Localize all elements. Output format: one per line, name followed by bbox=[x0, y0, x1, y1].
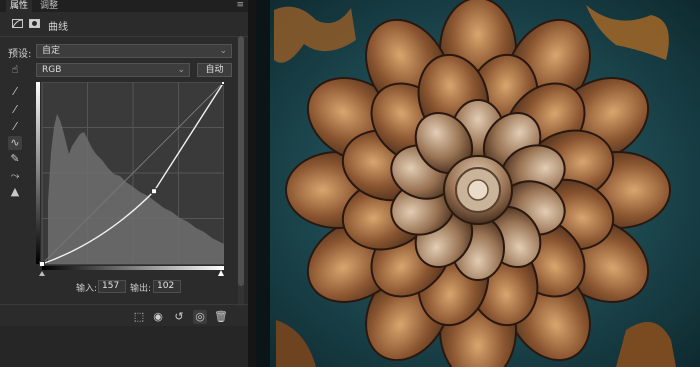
panel-divider[interactable] bbox=[248, 0, 256, 367]
auto-button[interactable]: 自动 bbox=[197, 63, 232, 77]
preset-value: 自定 bbox=[42, 46, 61, 56]
white-point-slider[interactable] bbox=[218, 270, 224, 276]
panel-title: 曲线 bbox=[48, 22, 68, 33]
clip-to-layer-icon[interactable]: ⬚ bbox=[132, 310, 146, 324]
mask-icon[interactable] bbox=[29, 19, 40, 28]
curves-layer-icon bbox=[12, 19, 23, 28]
tab-adjustments[interactable]: 调整 bbox=[36, 0, 62, 12]
curves-graph[interactable] bbox=[36, 82, 224, 276]
tab-properties[interactable]: 属性 bbox=[6, 0, 33, 12]
clipping-warning-icon[interactable]: ▲ bbox=[8, 185, 22, 199]
channel-select[interactable]: RGB ⌄ bbox=[36, 63, 190, 77]
preset-label: 预设: bbox=[8, 49, 32, 60]
visibility-icon[interactable]: ◎ bbox=[193, 310, 207, 324]
delete-icon[interactable]: 🗑 bbox=[214, 310, 228, 324]
panel-empty-area bbox=[0, 326, 248, 367]
lotus-carving-image bbox=[256, 0, 700, 367]
eyedropper-white-icon[interactable]: ⁄ bbox=[8, 120, 22, 134]
curve-point-white[interactable] bbox=[221, 82, 225, 85]
curve-point-selected[interactable] bbox=[151, 188, 158, 195]
pencil-icon[interactable]: ✎ bbox=[8, 152, 22, 166]
output-field[interactable]: 102 bbox=[153, 280, 181, 293]
panel-bottom-toolbar: ⬚ ◉ ↺ ◎ 🗑 bbox=[0, 304, 248, 327]
panel-menu-icon[interactable]: ≡ bbox=[236, 0, 244, 11]
channel-value: RGB bbox=[42, 65, 62, 75]
canvas-image[interactable] bbox=[256, 0, 700, 367]
chevron-down-icon: ⌄ bbox=[219, 46, 227, 56]
hand-target-icon[interactable]: ☝ bbox=[8, 63, 22, 77]
smooth-icon[interactable]: ⤳ bbox=[8, 169, 22, 183]
curve-points-icon[interactable]: ∿ bbox=[8, 136, 22, 150]
input-field[interactable]: 157 bbox=[98, 280, 126, 293]
eyedropper-black-icon[interactable]: ⁄ bbox=[8, 85, 22, 99]
preset-select[interactable]: 自定 ⌄ bbox=[36, 44, 232, 58]
chevron-down-icon: ⌄ bbox=[177, 65, 185, 75]
panel-header: 曲线 bbox=[0, 12, 248, 37]
view-previous-icon[interactable]: ◉ bbox=[151, 310, 165, 324]
input-gradient-bar bbox=[42, 266, 224, 270]
eyedropper-gray-icon[interactable]: ⁄ bbox=[8, 103, 22, 117]
output-gradient-bar bbox=[36, 82, 40, 264]
black-point-slider[interactable] bbox=[39, 271, 45, 276]
output-label: 输出: bbox=[130, 284, 152, 294]
scrollbar-thumb[interactable] bbox=[238, 36, 244, 286]
panel-scrollbar[interactable] bbox=[238, 36, 244, 306]
input-label: 输入: bbox=[76, 284, 98, 294]
properties-panel: 属性 调整 ≡ 曲线 预设: 自定 ⌄ ☝ RGB ⌄ 自动 ⁄ ⁄ ⁄ ∿ ✎… bbox=[0, 0, 248, 367]
curve-point-black[interactable] bbox=[39, 261, 45, 267]
panel-tab-bar: 属性 调整 ≡ bbox=[0, 0, 248, 12]
reset-icon[interactable]: ↺ bbox=[172, 310, 186, 324]
